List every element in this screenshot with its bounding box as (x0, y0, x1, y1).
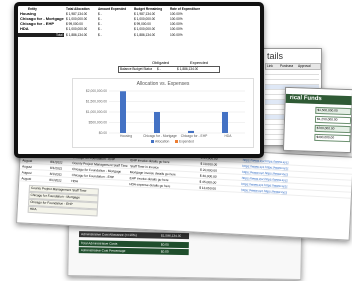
chart-x-tick: Housing (120, 134, 132, 138)
fund-value: $1,250,000.00 (314, 115, 352, 125)
allocation-chart: Allocation vs. Expenses $2,000,000.00 $1,… (72, 78, 254, 148)
log-date: 8/1/2022 (49, 177, 62, 183)
chart-bar (188, 130, 194, 133)
funds-title: rical Funds (289, 95, 322, 103)
funds-sheet: rical Funds $1,500,000.00 $1,250,000.00 $7… (282, 86, 352, 154)
fund-value: $1,500,000.00 (315, 106, 352, 116)
chart-legend-label: Expended (179, 140, 194, 144)
header-remaining: Budget Remaining (134, 7, 163, 11)
front-sheet: Entity Total Allocation Amount Expended … (14, 2, 264, 158)
log-date: 8/1/2022 (49, 171, 63, 177)
details-header-link: Link (267, 64, 273, 68)
allocation-total-row: Total: $ 1,886,134.00 $ - $ 1,886,134.00… (18, 33, 218, 37)
chart-legend-swatch (151, 140, 154, 143)
summary-expended-header: Expended (190, 60, 209, 65)
fund-value: $400,000.00 (314, 133, 351, 143)
allocation-cell: $ 1,987,134.00 (66, 12, 88, 16)
header-entity: Entity (28, 7, 37, 11)
log-amount: $ 13,650.00 (199, 185, 217, 191)
summary-row: Administrative Cost Percentage $0.00 (78, 247, 189, 256)
chart-bar (154, 112, 160, 133)
chart-y-tick: $500,000.00 (89, 121, 108, 125)
remaining-cell: $ 1,000,000.00 (134, 27, 156, 31)
chart-legend-swatch (175, 140, 178, 143)
fund-value: $700,000.00 (314, 124, 351, 134)
expended-cell: $ - (98, 17, 102, 21)
expended-cell: $ - (98, 22, 102, 26)
chart-x-tick: Chicago for - EHP (181, 134, 208, 138)
remaining-cell: $ 1,000,000.00 (134, 17, 156, 21)
rate-cell: 100.00% (170, 22, 183, 26)
summary-row-value: $0.00 (160, 249, 169, 254)
allocation-cell: $ 1,000,000.00 (66, 27, 88, 31)
total-label: Total: (56, 33, 64, 37)
expended-cell: $ - (98, 12, 102, 16)
expended-cell: $ - (98, 27, 102, 31)
details-header-approval: Approval (298, 64, 311, 68)
allocation-cell: $ 1,000,000.00 (66, 17, 88, 21)
details-title: tails (267, 51, 284, 61)
total-expended: $ - (98, 33, 102, 37)
summary-row-label: Balance Budget Status (120, 67, 153, 71)
total-remaining: $ 1,886,134.00 (134, 33, 156, 37)
rate-cell: 100.00% (170, 12, 183, 16)
log-description: HDA expense details go here (129, 182, 171, 189)
log-description: EHP invoice details go here (129, 176, 169, 183)
entity-cell: Chicago for - EHP (20, 22, 55, 26)
entity-cell: HDA (20, 27, 29, 31)
remaining-cell: $ 99,000.00 (134, 22, 151, 26)
summary-obligated-header: Obligated (152, 60, 170, 65)
entity-cell: Chicago for - Mortgage (20, 17, 64, 21)
summary-row: Administrative Cost Allowance (<=10%) $1,… (78, 231, 190, 240)
header-rate: Rate of Expenditure (170, 7, 201, 11)
summary-row-value: $1,586,134.00 (160, 233, 182, 238)
header-allocation: Total Allocation (66, 7, 90, 11)
log-date: 8/1/2022 (50, 159, 63, 165)
allocation-row: HDA $ 1,000,000.00 $ - $ 1,000,000.00 100.00… (18, 27, 218, 32)
chart-y-tick: $1,500,000.00 (86, 100, 107, 104)
log-description: EHP invoice details go here (130, 158, 170, 165)
chart-x-tick: Chicago for - Mortgage (143, 134, 177, 138)
log-month: August (21, 170, 32, 175)
chart-y-tick: $1,000,000.00 (86, 110, 107, 114)
log-amount: $ 45,000.00 (199, 179, 217, 185)
log-date: 8/1/2022 (49, 165, 63, 171)
entity-cell: Housing (20, 12, 36, 16)
summary-row-label: Administrative Cost Allowance (<=10%) (80, 232, 137, 238)
remaining-cell: $ 1,987,134.00 (134, 12, 156, 16)
summary-expended-value: $ 1,886,134.00 (177, 67, 199, 71)
chart-bar (120, 91, 126, 133)
header-expended: Amount Expended (98, 7, 127, 11)
total-allocation: $ 1,886,134.00 (66, 33, 88, 37)
log-description: Staff Time in Invoice (130, 164, 159, 170)
details-header-purchase: Purchase (280, 64, 294, 68)
log-amount: $ 10,000.00 (200, 161, 218, 167)
rate-cell: 100.00% (170, 17, 183, 21)
chart-y-tick: $0.00 (99, 131, 107, 135)
log-amount: $ 40,000.00 (199, 173, 217, 179)
total-rate: 100.00% (170, 33, 183, 37)
funds-title-bar: rical Funds (285, 93, 352, 106)
details-header-row: Link Purchase Approval (265, 63, 321, 70)
log-entity: HDA (71, 179, 79, 184)
chart-y-tick: $2,000,000.00 (86, 89, 107, 93)
summary-row-value: $0.00 (160, 242, 169, 247)
chart-x-tick: HDA (225, 134, 233, 138)
log-amount: $ 20,000.00 (199, 167, 218, 173)
rate-cell: 100.00% (170, 27, 183, 31)
log-month: August (21, 176, 32, 181)
summary-row-label: Total Administrative Costs (80, 241, 118, 246)
budget-summary: Obligated Expended Balance Budget Status… (118, 60, 220, 74)
log-entity: Chicago for Foundation - EHP (71, 173, 115, 180)
log-month: August (21, 164, 33, 169)
log-month: August (22, 158, 33, 163)
chart-legend-label: Allocation (155, 140, 169, 144)
allocation-cell: $ 99,000.00 (66, 22, 83, 26)
summary-row-label: Administrative Cost Percentage (80, 248, 126, 253)
chart-plot: $2,000,000.00 $1,500,000.00 $1,000,000.00 $… (86, 89, 245, 144)
chart-bar (222, 112, 228, 133)
summary-obligated-value: $ - (157, 67, 161, 71)
